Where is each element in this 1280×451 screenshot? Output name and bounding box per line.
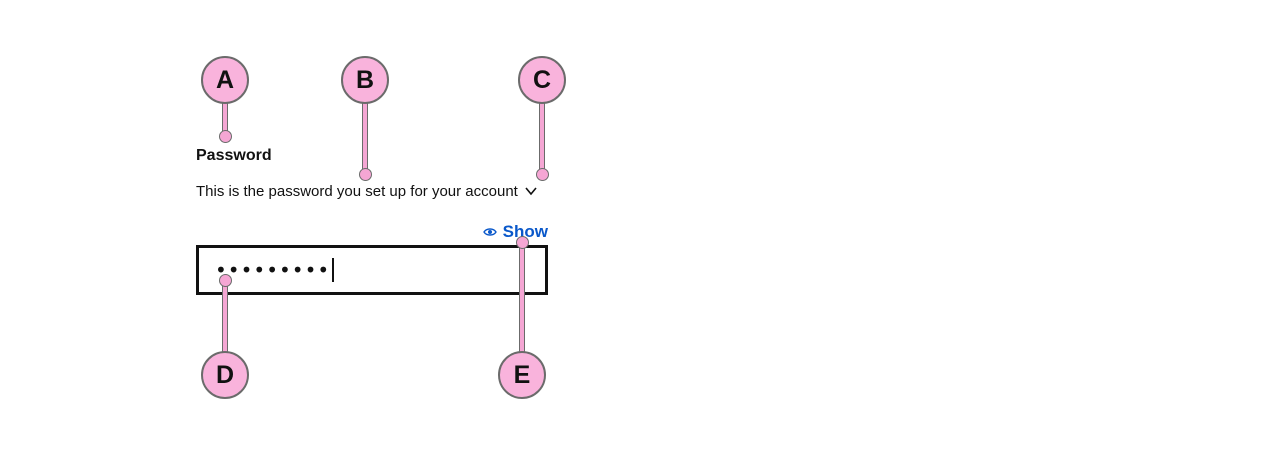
callout-d-line (222, 283, 228, 353)
eye-icon (482, 228, 497, 236)
callout-a-dot (218, 130, 232, 143)
callout-c-line (539, 101, 545, 173)
callout-d-badge: D (201, 351, 249, 399)
password-label: Password (196, 147, 272, 164)
password-input[interactable]: ••••••••• (196, 245, 548, 295)
chevron-down-icon[interactable] (524, 184, 538, 198)
callout-d-dot (218, 274, 232, 287)
callout-c-dot (535, 168, 549, 181)
text-caret (332, 258, 335, 282)
callout-e-dot (515, 236, 529, 249)
callout-b-dot (358, 168, 372, 181)
callout-b-line (362, 101, 368, 173)
password-value: ••••••••• (215, 258, 331, 282)
callout-c-badge: C (518, 56, 566, 104)
password-hint-text: This is the password you set up for your… (196, 182, 518, 200)
callout-b-badge: B (341, 56, 389, 104)
callout-a-badge: A (201, 56, 249, 104)
password-hint[interactable]: This is the password you set up for your… (196, 181, 538, 201)
callout-e-line (519, 245, 525, 353)
callout-e-badge: E (498, 351, 546, 399)
